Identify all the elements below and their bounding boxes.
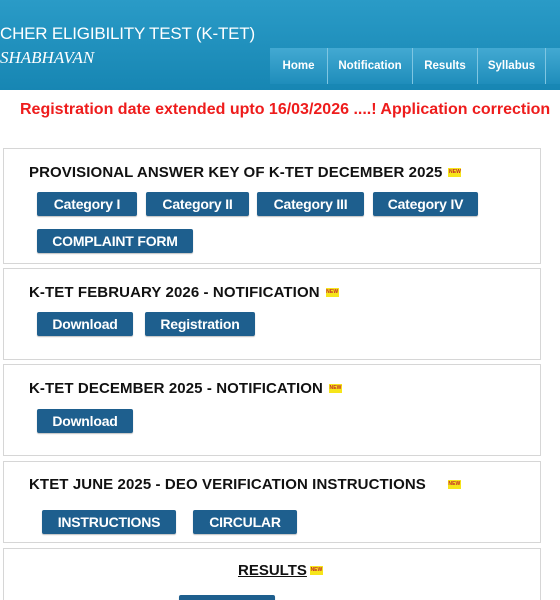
new-badge-icon: NEW	[448, 168, 462, 177]
feb-2026-panel: K-TET FEBRUARY 2026 - NOTIFICATION NEW Do…	[3, 268, 541, 360]
results-button[interactable]	[179, 595, 275, 600]
dec-2025-panel: K-TET DECEMBER 2025 - NOTIFICATION NEW Do…	[3, 364, 541, 456]
nav-syllabus[interactable]: Syllabus	[478, 48, 546, 84]
feb-2026-download-button[interactable]: Download	[37, 312, 133, 336]
deo-verification-heading: KTET JUNE 2025 - DEO VERIFICATION INSTRU…	[29, 476, 461, 493]
results-title: RESULTS	[238, 562, 307, 579]
circular-button[interactable]: CIRCULAR	[193, 510, 297, 534]
category-2-button[interactable]: Category II	[146, 192, 249, 216]
deo-verification-title: KTET JUNE 2025 - DEO VERIFICATION INSTRU…	[29, 476, 426, 493]
site-subtitle: SHABHAVAN	[0, 48, 95, 67]
site-header: CHER ELIGIBILITY TEST (K-TET) SHABHAVAN …	[0, 0, 560, 90]
answer-key-heading: PROVISIONAL ANSWER KEY OF K-TET DECEMBER…	[29, 164, 462, 181]
main-nav: Home Notification Results Syllabus	[270, 48, 560, 84]
nav-results[interactable]: Results	[413, 48, 478, 84]
category-3-button[interactable]: Category III	[257, 192, 364, 216]
new-badge-icon: NEW	[328, 384, 342, 393]
results-heading: RESULTS NEW	[238, 562, 323, 579]
nav-home[interactable]: Home	[270, 48, 328, 84]
feb-2026-heading: K-TET FEBRUARY 2026 - NOTIFICATION NEW	[29, 284, 339, 301]
nav-notification[interactable]: Notification	[328, 48, 413, 84]
new-badge-icon: NEW	[325, 288, 339, 297]
dec-2025-download-button[interactable]: Download	[37, 409, 133, 433]
new-badge-icon: NEW	[447, 480, 461, 489]
deo-verification-panel: KTET JUNE 2025 - DEO VERIFICATION INSTRU…	[3, 461, 541, 543]
complaint-form-button[interactable]: COMPLAINT FORM	[37, 229, 193, 253]
feb-2026-registration-button[interactable]: Registration	[145, 312, 255, 336]
dec-2025-title: K-TET DECEMBER 2025 - NOTIFICATION	[29, 380, 323, 397]
new-badge-icon: NEW	[309, 566, 323, 575]
announcement-marquee[interactable]: Registration date extended upto 16/03/20…	[20, 101, 550, 119]
answer-key-panel: PROVISIONAL ANSWER KEY OF K-TET DECEMBER…	[3, 148, 541, 264]
instructions-button[interactable]: INSTRUCTIONS	[42, 510, 176, 534]
category-4-button[interactable]: Category IV	[373, 192, 478, 216]
site-title: CHER ELIGIBILITY TEST (K-TET)	[0, 24, 255, 43]
category-1-button[interactable]: Category I	[37, 192, 137, 216]
feb-2026-title: K-TET FEBRUARY 2026 - NOTIFICATION	[29, 284, 320, 301]
answer-key-title: PROVISIONAL ANSWER KEY OF K-TET DECEMBER…	[29, 164, 443, 181]
nav-more[interactable]	[546, 48, 560, 84]
dec-2025-heading: K-TET DECEMBER 2025 - NOTIFICATION NEW	[29, 380, 342, 397]
